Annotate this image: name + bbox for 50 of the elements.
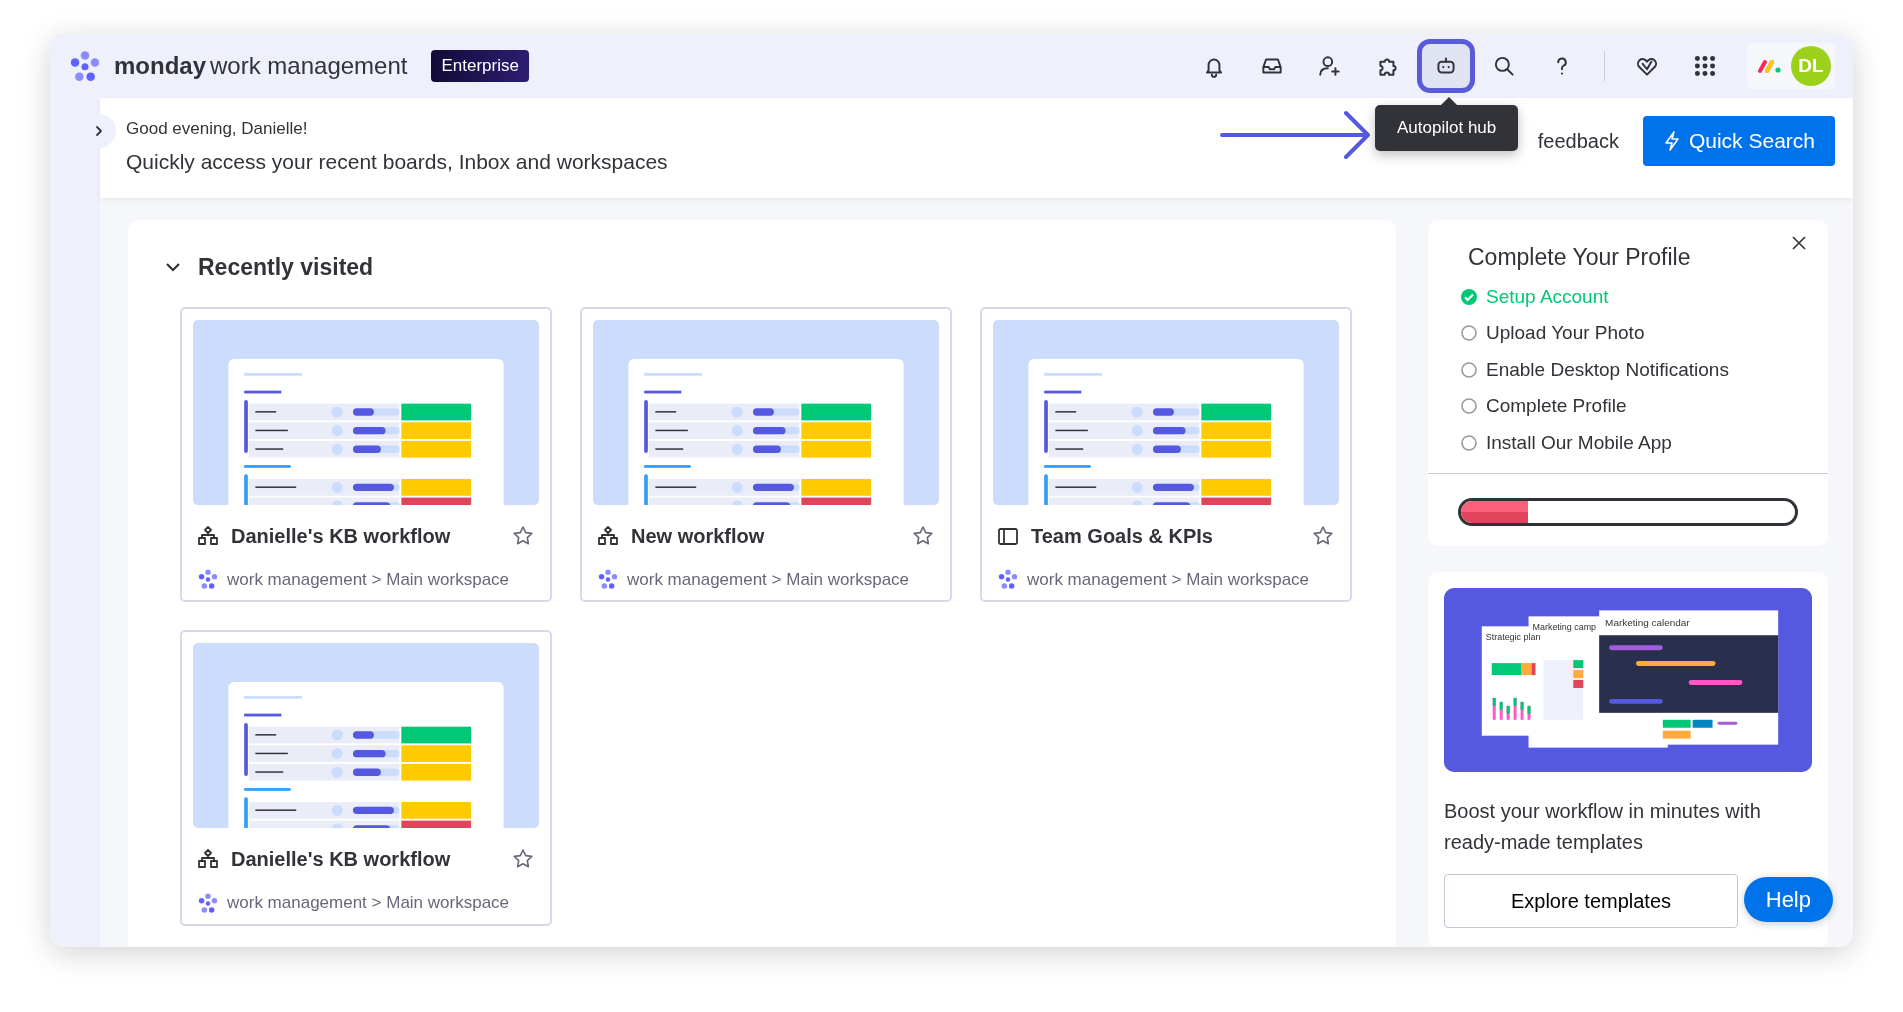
workflow-icon (197, 524, 219, 547)
section-title: Recently visited (198, 253, 374, 282)
task-label: Upload Your Photo (1486, 321, 1645, 345)
quick-search-button[interactable]: Quick Search (1642, 116, 1835, 166)
app-logo-icon (1757, 58, 1783, 74)
star-icon[interactable] (1311, 523, 1335, 548)
workspace-path: work management > Main workspace (227, 568, 510, 591)
preview-title: Strategic plan (1485, 632, 1541, 643)
logo-icon (68, 49, 102, 83)
explore-templates-button[interactable]: Explore templates (1444, 874, 1738, 928)
apps-grid-icon (1692, 53, 1718, 79)
greeting-text: Good evening, Danielle! (126, 118, 309, 140)
logo-icon (197, 891, 219, 914)
star-icon[interactable] (511, 847, 535, 871)
board-card[interactable]: Danielle's KB workflow work management > Main workspace (180, 306, 552, 602)
task-label: Enable Desktop Notifications (1486, 357, 1729, 382)
workspace-path: work management > Main workspace (227, 892, 510, 914)
workflow-icon (197, 848, 219, 870)
board-name: New workflow (631, 523, 765, 549)
brand-name: monday (114, 51, 206, 81)
add-person-icon (1317, 53, 1343, 79)
task-label: Setup Account (1486, 284, 1609, 309)
task-label: Install Our Mobile App (1486, 430, 1672, 455)
close-icon[interactable] (1790, 234, 1808, 252)
star-icon[interactable] (511, 523, 535, 548)
preview-title: Marketing calendar (1605, 617, 1690, 629)
board-card[interactable]: Team Goals & KPIs work management > Main workspace (980, 306, 1352, 602)
star-icon[interactable] (911, 523, 935, 548)
board-name: Danielle's KB workflow (231, 847, 451, 872)
logo-icon (197, 568, 219, 591)
preview-title: Marketing camp (1532, 622, 1597, 633)
workspace-path: work management > Main workspace (627, 568, 910, 591)
workflow-icon (597, 524, 619, 547)
task-label: Complete Profile (1486, 394, 1627, 418)
logo-icon (997, 568, 1019, 591)
logo-icon (597, 568, 619, 591)
board-name: Team Goals & KPIs (1031, 523, 1213, 549)
templates-text: Boost your workflow in minutes with ready-made templates (1444, 799, 1762, 855)
workspace-path: work management > Main workspace (1027, 568, 1310, 591)
lightning-icon (1662, 129, 1681, 152)
tooltip: Autopilot hub (1375, 105, 1519, 151)
product-name: work management (210, 51, 408, 81)
card-title: Complete Your Profile (1468, 244, 1691, 270)
greeting-subtitle: Quickly access your recent boards, Inbox and workspaces (126, 148, 668, 175)
feedback-link[interactable]: feedback (1537, 125, 1619, 156)
board-name: Danielle's KB workflow (231, 523, 451, 549)
board-card[interactable]: Danielle's KB workflow work management > Main workspace (180, 630, 552, 926)
plan-badge: Enterprise (431, 50, 529, 82)
chevron-right-icon (93, 125, 105, 137)
board-card[interactable]: New workflow work management > Main workspace (580, 306, 952, 602)
